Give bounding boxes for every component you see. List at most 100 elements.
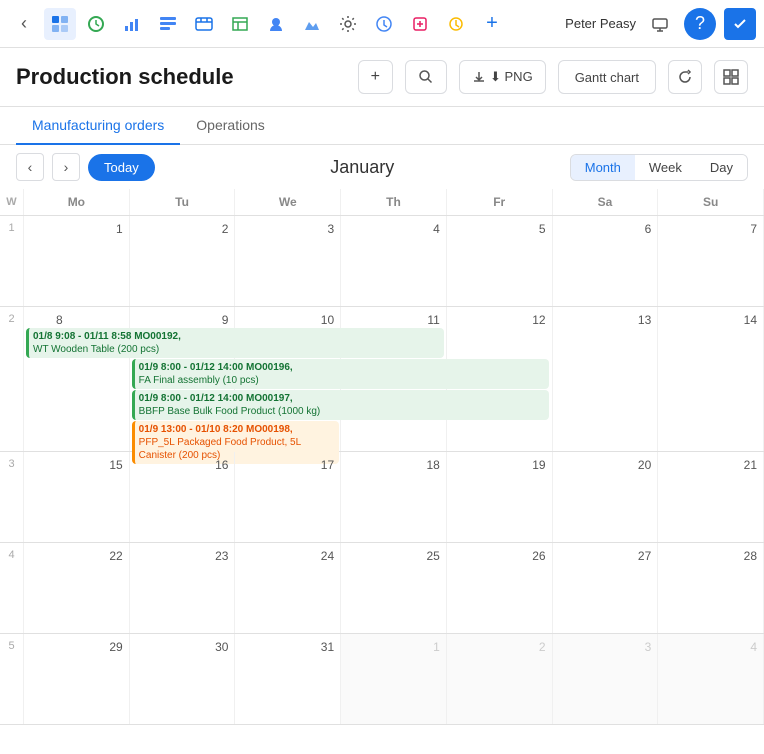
add-icon: + [371, 68, 380, 86]
gantt-chart-button[interactable]: Gantt chart [558, 60, 656, 94]
month-title: January [163, 157, 562, 178]
search-icon [418, 69, 434, 85]
cal-cell-we4[interactable]: 24 [235, 543, 341, 633]
cal-cell-th4[interactable]: 25 [341, 543, 447, 633]
top-nav: ‹ + Peter Peasy ? [0, 0, 764, 48]
nav-icon-12[interactable] [440, 8, 472, 40]
cal-cell-we5[interactable]: 31 [235, 634, 341, 724]
cal-cell-mo1[interactable]: 1 [24, 216, 130, 306]
cal-cell-tu3[interactable]: 16 [130, 452, 236, 542]
grid-icon [723, 69, 739, 85]
nav-add-icon[interactable]: + [476, 8, 508, 40]
calendar: W Mo Tu We Th Fr Sa Su 1 1 2 3 4 5 6 7 2… [0, 189, 764, 725]
week-num-1: 1 [0, 216, 24, 306]
view-week-button[interactable]: Week [635, 155, 696, 180]
cal-cell-tu4[interactable]: 23 [130, 543, 236, 633]
event-mo00196[interactable]: 01/9 8:00 - 01/12 14:00 MO00196, FA Fina… [132, 359, 550, 389]
nav-icon-4[interactable] [152, 8, 184, 40]
cal-cell-sa2[interactable]: 13 [553, 307, 659, 451]
cal-cell-fr5[interactable]: 2 [447, 634, 553, 724]
cal-cell-fr1[interactable]: 5 [447, 216, 553, 306]
cal-cell-sa5[interactable]: 3 [553, 634, 659, 724]
day-header-we: We [235, 189, 341, 215]
week-row-2: 2 8 9 10 11 12 13 14 01/8 9:08 - 01/11 8… [0, 307, 764, 452]
tab-manufacturing-orders[interactable]: Manufacturing orders [16, 107, 180, 145]
page-title: Production schedule [16, 64, 346, 90]
nav-icon-1[interactable] [44, 8, 76, 40]
cal-cell-tu5[interactable]: 30 [130, 634, 236, 724]
today-button[interactable]: Today [88, 154, 155, 181]
search-button[interactable] [405, 60, 447, 94]
nav-icon-2[interactable] [80, 8, 112, 40]
export-png-button[interactable]: ⬇ PNG [459, 60, 546, 94]
page-header: Production schedule + ⬇ PNG Gantt chart [0, 48, 764, 107]
calendar-header: W Mo Tu We Th Fr Sa Su [0, 189, 764, 216]
nav-icon-8[interactable] [296, 8, 328, 40]
nav-icon-6[interactable] [224, 8, 256, 40]
calendar-controls: ‹ › Today January Month Week Day [0, 145, 764, 189]
nav-icon-7[interactable] [260, 8, 292, 40]
prev-icon: ‹ [28, 159, 33, 175]
event-mo-id: 01/8 9:08 - 01/11 8:58 [33, 331, 134, 342]
week-row-5: 5 29 30 31 1 2 3 4 [0, 634, 764, 725]
nav-back-icon[interactable]: ‹ [8, 8, 40, 40]
cal-cell-fr3[interactable]: 19 [447, 452, 553, 542]
prev-month-button[interactable]: ‹ [16, 153, 44, 181]
nav-icon-9[interactable] [332, 8, 364, 40]
cal-cell-su4[interactable]: 28 [658, 543, 764, 633]
view-buttons: Month Week Day [570, 154, 748, 181]
cal-cell-th3[interactable]: 18 [341, 452, 447, 542]
cal-cell-fr4[interactable]: 26 [447, 543, 553, 633]
nav-icon-3[interactable] [116, 8, 148, 40]
device-icon[interactable] [644, 8, 676, 40]
refresh-button[interactable] [668, 60, 702, 94]
day-header-su: Su [658, 189, 764, 215]
refresh-icon [677, 69, 693, 85]
week-num-5: 5 [0, 634, 24, 724]
cal-cell-th5[interactable]: 1 [341, 634, 447, 724]
cal-cell-su3[interactable]: 21 [658, 452, 764, 542]
cal-cell-sa3[interactable]: 20 [553, 452, 659, 542]
nav-icon-5[interactable] [188, 8, 220, 40]
view-day-button[interactable]: Day [696, 155, 747, 180]
export-label: ⬇ PNG [490, 69, 533, 85]
week-row-4: 4 22 23 24 25 26 27 28 [0, 543, 764, 634]
cal-cell-we3[interactable]: 17 [235, 452, 341, 542]
event-mo00192[interactable]: 01/8 9:08 - 01/11 8:58 MO00192, WT Woode… [26, 328, 444, 358]
day-header-mo: Mo [24, 189, 130, 215]
cal-cell-mo3[interactable]: 15 [24, 452, 130, 542]
week-num-3: 3 [0, 452, 24, 542]
day-header-th: Th [341, 189, 447, 215]
grid-view-button[interactable] [714, 60, 748, 94]
gantt-label: Gantt chart [575, 70, 639, 85]
tabs: Manufacturing orders Operations [0, 107, 764, 145]
cal-cell-su2[interactable]: 14 [658, 307, 764, 451]
cal-cell-sa4[interactable]: 27 [553, 543, 659, 633]
tab-operations[interactable]: Operations [180, 107, 280, 145]
cal-cell-mo5[interactable]: 29 [24, 634, 130, 724]
next-month-button[interactable]: › [52, 153, 80, 181]
download-icon [472, 70, 486, 84]
cal-cell-su5[interactable]: 4 [658, 634, 764, 724]
day-header-tu: Tu [130, 189, 236, 215]
cal-cell-sa1[interactable]: 6 [553, 216, 659, 306]
nav-icon-10[interactable] [368, 8, 400, 40]
cal-cell-mo4[interactable]: 22 [24, 543, 130, 633]
todo-icon[interactable] [724, 8, 756, 40]
event-mo00197[interactable]: 01/9 8:00 - 01/12 14:00 MO00197, BBFP Ba… [132, 390, 550, 420]
week-row-1: 1 1 2 3 4 5 6 7 [0, 216, 764, 307]
cal-cell-th1[interactable]: 4 [341, 216, 447, 306]
week-num-4: 4 [0, 543, 24, 633]
cal-cell-su1[interactable]: 7 [658, 216, 764, 306]
add-button[interactable]: + [358, 60, 393, 94]
user-section: Peter Peasy ? [565, 8, 756, 40]
nav-icon-11[interactable] [404, 8, 436, 40]
cal-cell-we1[interactable]: 3 [235, 216, 341, 306]
week-col-header: W [0, 189, 24, 215]
help-icon[interactable]: ? [684, 8, 716, 40]
day-header-fr: Fr [447, 189, 553, 215]
week-num-2: 2 [0, 307, 24, 451]
view-month-button[interactable]: Month [571, 155, 635, 180]
cal-cell-tu1[interactable]: 2 [130, 216, 236, 306]
next-icon: › [64, 159, 69, 175]
